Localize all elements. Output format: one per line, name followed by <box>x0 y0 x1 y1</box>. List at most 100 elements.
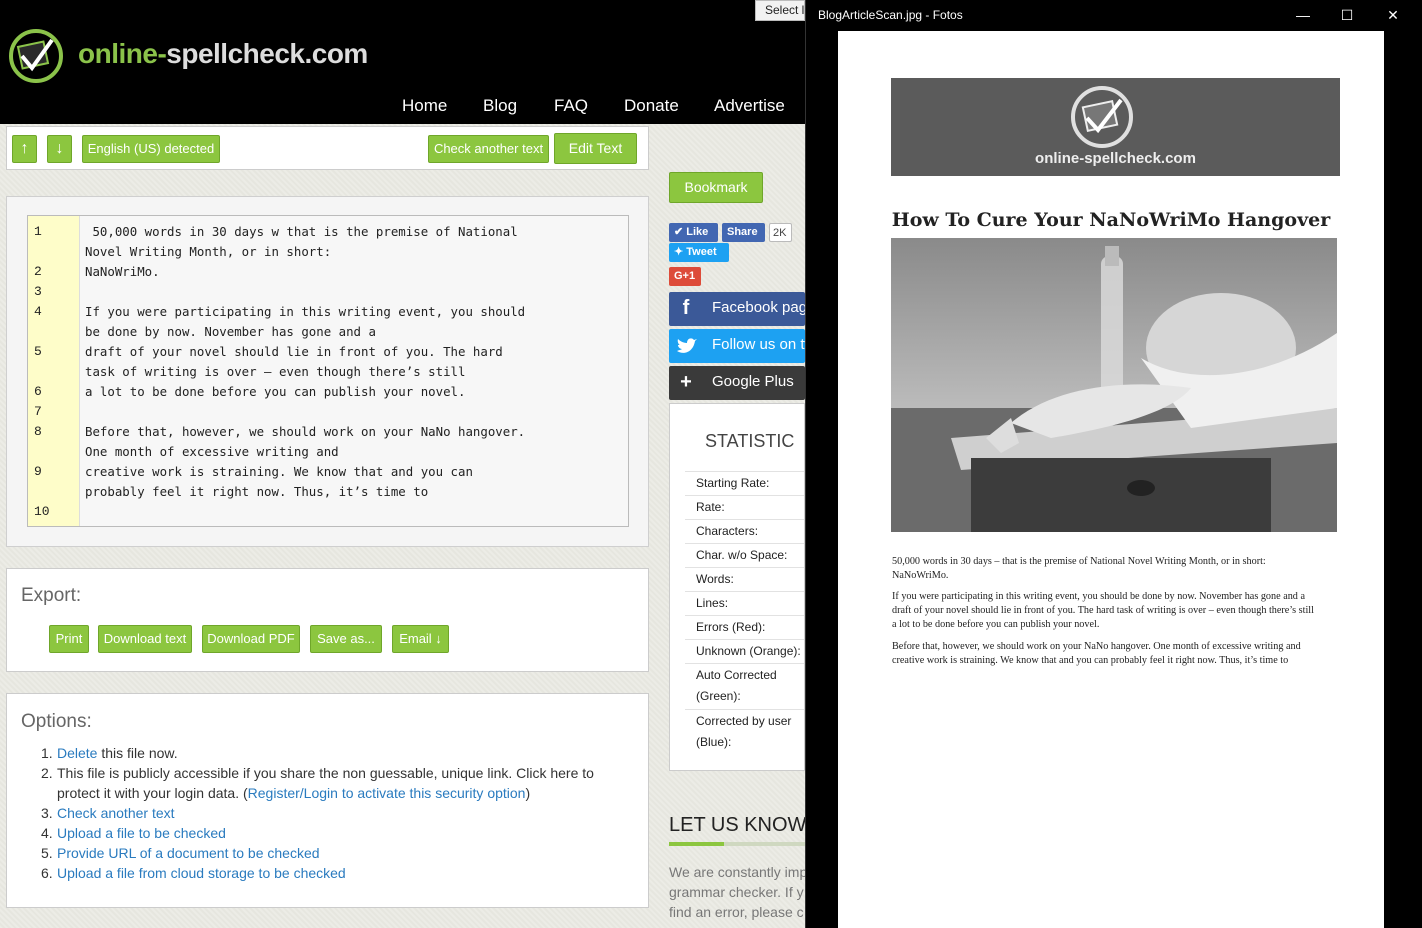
let-us-know-line: We are constantly imp <box>669 864 805 880</box>
nav-donate[interactable]: Donate <box>624 96 679 116</box>
scan-logo-text: online-spellcheck.com <box>1035 150 1196 167</box>
line-number: 5 <box>34 344 42 359</box>
check-another-text-button[interactable]: Check another text <box>428 135 549 163</box>
google-plus-one-button[interactable]: G+1 <box>669 267 701 286</box>
facebook-page-link[interactable]: f Facebook page <box>669 292 805 326</box>
export-panel: Export: Print Download text Download PDF… <box>6 568 649 672</box>
next-error-button[interactable]: ↓ <box>47 135 72 163</box>
line-number: 4 <box>34 304 42 319</box>
nav-advertise[interactable]: Advertise <box>714 96 785 116</box>
bookmark-button[interactable]: Bookmark <box>669 172 763 203</box>
line-number: 3 <box>34 284 42 299</box>
export-title: Export: <box>21 585 82 606</box>
window-titlebar[interactable]: BlogArticleScan.jpg - Fotos — ☐ ✕ <box>806 0 1422 31</box>
cloud-upload-link[interactable]: Upload a file from cloud storage to be c… <box>57 863 617 883</box>
option-number: 3. <box>41 805 53 821</box>
section-divider <box>669 842 805 846</box>
google-plus-link[interactable]: + Google Plus <box>669 366 805 400</box>
photos-viewer-window: BlogArticleScan.jpg - Fotos — ☐ ✕ online… <box>805 0 1422 928</box>
plus-icon: + <box>680 371 692 393</box>
editor-line: Novel Writing Month, or in short: <box>85 244 332 259</box>
editor-line: probably feel it right now. Thus, it’s t… <box>85 484 429 499</box>
let-us-know-line: find an error, please c <box>669 904 804 920</box>
check-toolbar: ↑ ↓ English (US) detected Check another … <box>6 126 649 170</box>
stat-row: Rate: <box>685 495 804 518</box>
editor-line: draft of your novel should lie in front … <box>85 344 503 359</box>
scan-line: creative work is straining. We know that… <box>892 655 1289 666</box>
editor-line: a lot to be done before you can publish … <box>85 384 466 399</box>
save-as-button[interactable]: Save as... <box>310 625 382 653</box>
select-tooltip: Select l <box>755 0 805 21</box>
email-button[interactable]: Email ↓ <box>392 625 449 653</box>
line-number: 6 <box>34 384 42 399</box>
scan-paragraph: If you were participating in this writin… <box>892 590 1342 632</box>
delete-file-link[interactable]: Delete <box>57 745 97 761</box>
line-number-gutter: 1 2 3 4 5 6 7 8 9 10 <box>28 216 80 526</box>
edit-text-button[interactable]: Edit Text <box>554 133 637 164</box>
check-another-text-link[interactable]: Check another text <box>57 803 617 823</box>
stat-row: Corrected by user <box>685 709 804 732</box>
option-number: 6. <box>41 865 53 881</box>
option-number: 2. <box>41 765 53 781</box>
stat-row: (Blue): <box>696 735 732 749</box>
let-us-know-text: We are constantly imp grammar checker. I… <box>669 862 805 922</box>
editor-panel: 1 2 3 4 5 6 7 8 9 10 50,000 words in 30 … <box>6 196 649 547</box>
option-text: protect it with your login data. ( <box>57 785 248 801</box>
previous-error-button[interactable]: ↑ <box>12 135 37 163</box>
editor-line: creative work is straining. We know that… <box>85 464 473 479</box>
editor-line: 50,000 words in 30 days w that is the pr… <box>85 224 518 239</box>
line-number: 10 <box>34 504 50 519</box>
stat-row: (Green): <box>696 689 741 703</box>
editor-line: NaNoWriMo. <box>85 264 160 279</box>
stat-row: Unknown (Orange): <box>685 639 804 662</box>
register-login-link[interactable]: Register/Login to activate this security… <box>248 785 526 801</box>
provide-url-link[interactable]: Provide URL of a document to be checked <box>57 843 617 863</box>
scan-line: draft of your novel should lie in front … <box>892 605 1314 616</box>
statistic-title: STATISTIC <box>705 431 795 451</box>
twitter-follow-label: Follow us on twitter <box>712 336 805 353</box>
facebook-share-button[interactable]: Share <box>722 223 765 242</box>
stat-row: Errors (Red): <box>685 615 804 638</box>
upload-file-link[interactable]: Upload a file to be checked <box>57 823 617 843</box>
stat-row: Words: <box>685 567 804 590</box>
twitter-follow-link[interactable]: Follow us on twitter <box>669 329 805 363</box>
line-number: 1 <box>34 224 42 239</box>
twitter-icon <box>677 338 697 353</box>
editor-line: be done by now. November has gone and a <box>85 324 376 339</box>
scan-line: 50,000 words in 30 days – that is the pr… <box>892 556 1266 567</box>
nav-faq[interactable]: FAQ <box>554 96 588 116</box>
twitter-bird-icon: ✦ <box>674 246 687 258</box>
scan-logo-banner: online-spellcheck.com <box>891 78 1340 176</box>
logo-text-a: online- <box>78 38 167 69</box>
language-detected-button[interactable]: English (US) detected <box>82 135 220 163</box>
scan-paragraph: 50,000 words in 30 days – that is the pr… <box>892 555 1342 583</box>
line-number: 9 <box>34 464 42 479</box>
facebook-like-button[interactable]: ✔ Like <box>669 223 718 242</box>
scan-line: NaNoWriMo. <box>892 570 949 581</box>
stat-row: Starting Rate: <box>685 471 804 494</box>
logo-text-b: spellcheck.com <box>166 38 368 69</box>
line-number: 7 <box>34 404 42 419</box>
line-number: 2 <box>34 264 42 279</box>
scan-article-title: How To Cure Your NaNoWriMo Hangover <box>891 209 1331 231</box>
nav-home[interactable]: Home <box>402 96 447 116</box>
logo-icon[interactable] <box>8 28 64 84</box>
statistic-panel: STATISTIC Starting Rate: Rate: Character… <box>669 403 805 771</box>
option-text: This file is publicly accessible if you … <box>57 765 594 781</box>
text-editor[interactable]: 1 2 3 4 5 6 7 8 9 10 50,000 words in 30 … <box>27 215 629 527</box>
close-button[interactable]: ✕ <box>1378 5 1408 25</box>
maximize-button[interactable]: ☐ <box>1332 5 1362 25</box>
logo-wordmark[interactable]: online-spellcheck.com <box>78 38 368 70</box>
share-count: 2K <box>769 223 792 242</box>
window-title: BlogArticleScan.jpg - Fotos <box>818 8 963 22</box>
minimize-button[interactable]: — <box>1288 5 1318 25</box>
stat-row: Lines: <box>685 591 804 614</box>
download-text-button[interactable]: Download text <box>98 625 192 653</box>
editor-line: One month of excessive writing and <box>85 444 339 459</box>
tweet-button[interactable]: ✦ Tweet <box>669 243 729 262</box>
nav-blog[interactable]: Blog <box>483 96 517 116</box>
editor-line: If you were participating in this writin… <box>85 304 526 319</box>
stat-row: Characters: <box>685 519 804 542</box>
print-button[interactable]: Print <box>49 625 89 653</box>
download-pdf-button[interactable]: Download PDF <box>202 625 300 653</box>
